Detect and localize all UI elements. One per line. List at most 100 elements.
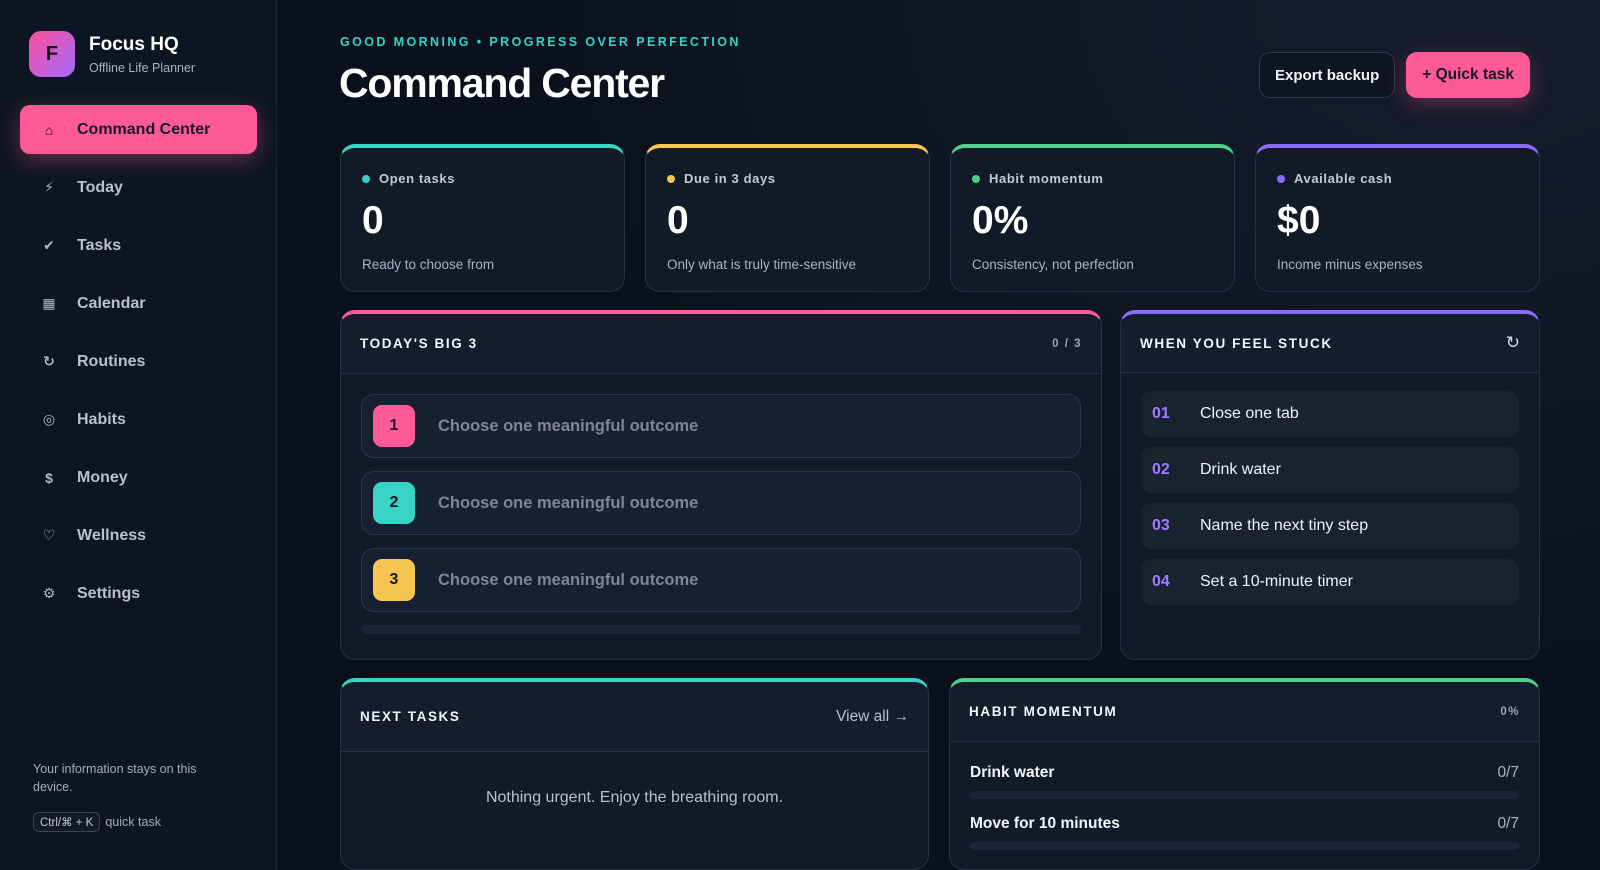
stat-value: 0 — [667, 199, 689, 242]
sidebar-item-settings[interactable]: ⚙ Settings — [20, 569, 257, 618]
habit-count: 0/7 — [1497, 764, 1519, 781]
status-dot-icon — [1277, 174, 1285, 183]
sidebar-item-habits[interactable]: ◎ Habits — [20, 395, 257, 444]
habit-percent: 0% — [1500, 705, 1520, 718]
big3-input[interactable]: Choose one meaningful outcome — [438, 571, 698, 590]
panel-title: TODAY'S BIG 3 — [360, 336, 478, 351]
habit-row[interactable]: Move for 10 minutes 0/7 — [970, 815, 1519, 833]
stat-label-text: Due in 3 days — [684, 171, 776, 186]
stat-value: 0% — [972, 199, 1029, 242]
sidebar-item-tasks[interactable]: ✔ Tasks — [20, 221, 257, 270]
habit-row[interactable]: Drink water 0/7 — [970, 764, 1519, 782]
quick-task-button[interactable]: + Quick task — [1406, 52, 1530, 98]
priority-badge: 3 — [373, 559, 415, 601]
step-number: 04 — [1152, 573, 1170, 590]
calendar-icon: ▦ — [42, 295, 56, 311]
sidebar-nav: ⌂ Command Center ⚡ Today ✔ Tasks ▦ Calen… — [20, 105, 257, 627]
lightning-icon: ⚡ — [44, 179, 54, 195]
main-content: GOOD MORNING • PROGRESS OVER PERFECTION … — [277, 0, 1600, 870]
shortcut-hint: Ctrl/⌘ + K quick task — [33, 812, 233, 832]
app-root: F Focus HQ Offline Life Planner ⌂ Comman… — [0, 0, 1600, 870]
panel-title: NEXT TASKS — [360, 709, 461, 724]
header-actions: Export backup + Quick task — [1259, 52, 1530, 98]
stat-label: Available cash — [1277, 171, 1518, 186]
big3-item[interactable]: 3 Choose one meaningful outcome — [361, 548, 1081, 612]
page-title: Command Center — [339, 60, 665, 106]
heart-icon: ♡ — [42, 527, 56, 543]
list-item[interactable]: 01 Close one tab — [1141, 391, 1519, 437]
step-text: Close one tab — [1200, 405, 1299, 422]
brand-name: Focus HQ — [89, 33, 179, 55]
big3-panel: TODAY'S BIG 3 0 / 3 1 Choose one meaning… — [340, 310, 1102, 660]
empty-state: Nothing urgent. Enjoy the breathing room… — [485, 789, 784, 806]
brand-text: Focus HQ Offline Life Planner — [89, 34, 195, 75]
sidebar-item-command-center[interactable]: ⌂ Command Center — [20, 105, 257, 154]
sidebar-item-label: Today — [77, 178, 123, 196]
view-all-link[interactable]: View all → — [836, 708, 909, 726]
sidebar-item-routines[interactable]: ↻ Routines — [20, 337, 257, 386]
habit-progress-bar — [970, 842, 1519, 850]
stat-subtitle: Only what is truly time-sensitive — [667, 257, 857, 272]
sidebar-item-today[interactable]: ⚡ Today — [20, 163, 257, 212]
brand-logo: F — [29, 31, 75, 77]
status-dot-icon — [667, 174, 675, 183]
gear-icon: ⚙ — [42, 585, 56, 601]
big3-count: 0 / 3 — [1052, 337, 1082, 350]
status-dot-icon — [972, 174, 980, 183]
habit-momentum-panel: HABIT MOMENTUM 0% Drink water 0/7 Move f… — [949, 678, 1540, 870]
sidebar-item-label: Tasks — [77, 236, 122, 254]
shortcut-key: Ctrl/⌘ + K — [33, 812, 101, 832]
sidebar-item-label: Money — [77, 468, 128, 486]
sidebar-item-label: Settings — [77, 584, 141, 602]
stat-label-text: Open tasks — [379, 171, 456, 186]
list-item[interactable]: 02 Drink water — [1141, 447, 1519, 493]
stat-card-habit-momentum: Habit momentum 0% Consistency, not perfe… — [950, 144, 1235, 292]
habit-name: Drink water — [970, 764, 1055, 781]
export-backup-button[interactable]: Export backup — [1259, 52, 1396, 98]
step-text: Drink water — [1200, 461, 1281, 478]
stat-card-available-cash: Available cash $0 Income minus expenses — [1255, 144, 1540, 292]
brand-subtitle: Offline Life Planner — [89, 60, 196, 75]
panel-header: HABIT MOMENTUM 0% — [950, 682, 1539, 742]
sidebar-item-calendar[interactable]: ▦ Calendar — [20, 279, 257, 328]
sidebar: F Focus HQ Offline Life Planner ⌂ Comman… — [0, 0, 277, 870]
step-number: 01 — [1152, 405, 1170, 422]
sidebar-item-wellness[interactable]: ♡ Wellness — [20, 511, 257, 560]
stat-subtitle: Ready to choose from — [362, 257, 495, 272]
privacy-note: Your information stays on this device. — [33, 762, 197, 794]
check-icon: ✔ — [43, 237, 55, 253]
list-item[interactable]: 03 Name the next tiny step — [1141, 503, 1519, 549]
sidebar-item-label: Routines — [77, 352, 146, 370]
stat-subtitle: Income minus expenses — [1277, 257, 1423, 272]
sidebar-item-money[interactable]: $ Money — [20, 453, 257, 502]
big3-input[interactable]: Choose one meaningful outcome — [438, 494, 698, 513]
habit-name: Move for 10 minutes — [970, 815, 1120, 832]
sidebar-item-label: Command Center — [77, 120, 211, 138]
stat-label: Due in 3 days — [667, 171, 908, 186]
greeting-eyebrow: GOOD MORNING • PROGRESS OVER PERFECTION — [340, 35, 741, 49]
stat-label-text: Habit momentum — [989, 171, 1104, 186]
panel-title: HABIT MOMENTUM — [969, 704, 1118, 719]
big3-item[interactable]: 1 Choose one meaningful outcome — [361, 394, 1081, 458]
panel-header: NEXT TASKS View all → — [341, 682, 928, 752]
priority-badge: 2 — [373, 482, 415, 524]
step-text: Set a 10-minute timer — [1200, 573, 1353, 590]
stat-label: Habit momentum — [972, 171, 1213, 186]
refresh-icon[interactable]: ↻ — [1506, 333, 1520, 353]
stat-label: Open tasks — [362, 171, 603, 186]
stuck-panel: WHEN YOU FEEL STUCK ↻ 01 Close one tab 0… — [1120, 310, 1540, 660]
shortcut-label: quick task — [105, 815, 161, 829]
home-icon: ⌂ — [44, 121, 54, 138]
big3-input[interactable]: Choose one meaningful outcome — [438, 417, 698, 436]
target-icon: ◎ — [42, 411, 56, 427]
stat-card-open-tasks: Open tasks 0 Ready to choose from — [340, 144, 625, 292]
priority-badge: 1 — [373, 405, 415, 447]
stat-value: 0 — [362, 199, 384, 242]
panel-title: WHEN YOU FEEL STUCK — [1140, 335, 1333, 351]
big3-item[interactable]: 2 Choose one meaningful outcome — [361, 471, 1081, 535]
stuck-list: 01 Close one tab 02 Drink water 03 Name … — [1121, 373, 1539, 605]
brand[interactable]: F Focus HQ Offline Life Planner — [29, 31, 195, 77]
list-item[interactable]: 04 Set a 10-minute timer — [1141, 559, 1519, 605]
next-tasks-panel: NEXT TASKS View all → Nothing urgent. En… — [340, 678, 929, 870]
refresh-icon: ↻ — [43, 353, 55, 369]
